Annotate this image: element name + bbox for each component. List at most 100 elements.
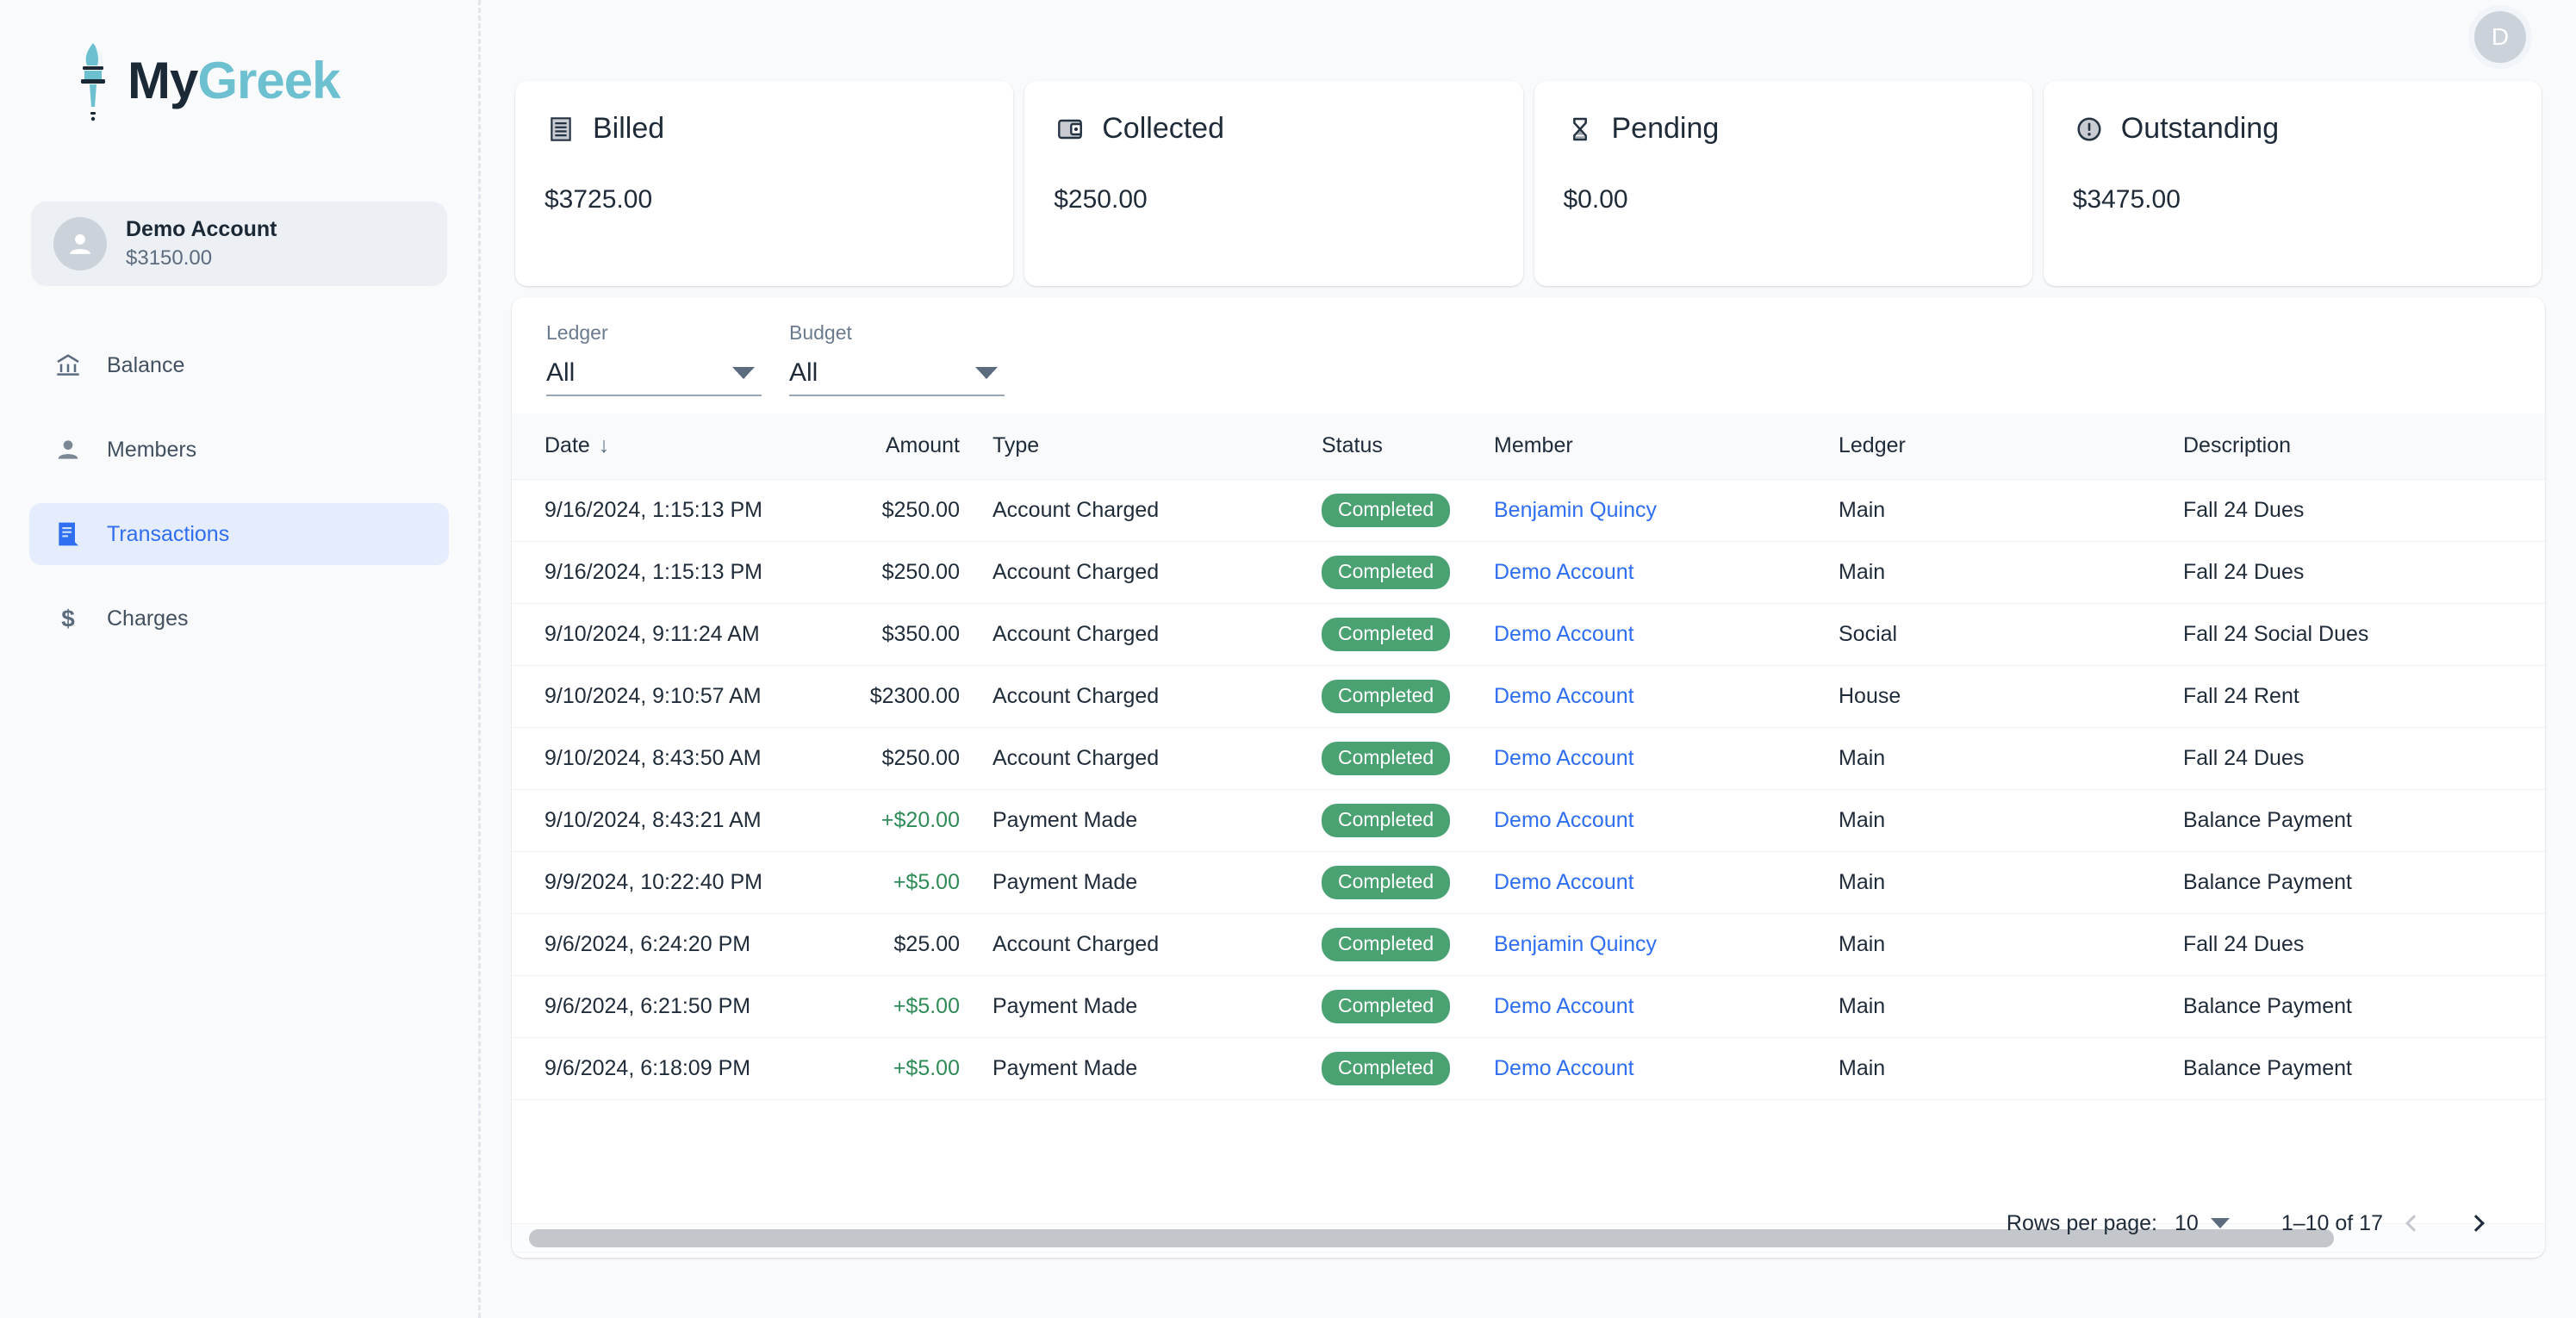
budget-filter-control[interactable]: All (789, 351, 1005, 396)
hourglass-icon (1564, 113, 1596, 146)
main-content: D Billed $3725.00 Collected $250.00 Pend… (481, 0, 2576, 1318)
member-link[interactable]: Demo Account (1494, 746, 1634, 770)
chevron-down-icon (2210, 1218, 2230, 1228)
cell-description: Fall 24 Dues (2183, 727, 2545, 790)
table-head: Date ↓ Amount Type Status Member Ledger D… (512, 413, 2545, 480)
brand-logo[interactable]: MyGreek (0, 0, 478, 121)
stats-cards: Billed $3725.00 Collected $250.00 Pendin… (512, 81, 2545, 286)
cell-amount: +$5.00 (770, 975, 977, 1038)
cell-date: 9/16/2024, 1:15:13 PM (512, 479, 770, 542)
cell-amount: $250.00 (770, 479, 977, 542)
rows-per-page-label: Rows per page: (2006, 1210, 2158, 1235)
sidebar-item-charges[interactable]: $ Charges (29, 588, 449, 650)
member-link[interactable]: Demo Account (1494, 560, 1634, 584)
table-body: 9/16/2024, 1:15:13 PM $250.00 Account Char… (512, 479, 2545, 1100)
member-link[interactable]: Demo Account (1494, 994, 1634, 1018)
cell-status: Completed (1322, 975, 1494, 1038)
budget-filter[interactable]: Budget All (789, 321, 1005, 396)
status-badge: Completed (1322, 803, 1451, 837)
person-icon (53, 435, 83, 464)
cell-status: Completed (1322, 851, 1494, 914)
alert-circle-icon (2073, 113, 2106, 146)
member-link[interactable]: Benjamin Quincy (1494, 498, 1657, 522)
previous-page-button[interactable] (2383, 1192, 2445, 1254)
cell-type: Account Charged (977, 913, 1322, 976)
member-link[interactable]: Demo Account (1494, 1056, 1634, 1080)
cell-amount: +$5.00 (770, 1037, 977, 1100)
cell-member: Demo Account (1494, 541, 1839, 604)
rows-per-page-select[interactable]: 10 (2175, 1211, 2230, 1236)
table-row[interactable]: 9/6/2024, 6:24:20 PM $25.00 Account Charge… (512, 913, 2545, 976)
cell-ledger: Main (1839, 541, 2183, 604)
column-header-type[interactable]: Type (977, 413, 1322, 480)
table-row[interactable]: 9/10/2024, 9:10:57 AM $2300.00 Account Cha… (512, 665, 2545, 728)
account-card-text: Demo Account $3150.00 (126, 216, 277, 271)
sidebar-item-balance[interactable]: Balance (29, 334, 449, 396)
account-card[interactable]: Demo Account $3150.00 (31, 202, 447, 286)
column-header-amount[interactable]: Amount (770, 413, 977, 480)
account-name: Demo Account (126, 216, 277, 241)
column-header-member[interactable]: Member (1494, 413, 1839, 480)
user-avatar[interactable]: D (2474, 11, 2526, 63)
app-root: MyGreek Demo Account $3150.00 Balance Me… (0, 0, 2576, 1318)
ledger-filter-control[interactable]: All (546, 351, 762, 396)
cell-status: Completed (1322, 479, 1494, 542)
cell-status: Completed (1322, 541, 1494, 604)
status-badge: Completed (1322, 927, 1451, 961)
table-row[interactable]: 9/9/2024, 10:22:40 PM +$5.00 Payment Made C… (512, 851, 2545, 914)
dollar-icon: $ (53, 604, 83, 633)
cell-status: Completed (1322, 665, 1494, 728)
status-badge: Completed (1322, 493, 1451, 527)
cell-ledger: Main (1839, 913, 2183, 976)
stat-header: Pending (1564, 112, 2003, 146)
cell-description: Balance Payment (2183, 789, 2545, 852)
table-row[interactable]: 9/16/2024, 1:15:13 PM $250.00 Account Char… (512, 541, 2545, 604)
stat-title: Pending (1611, 112, 1720, 145)
stat-value: $0.00 (1563, 185, 1628, 214)
budget-filter-value: All (789, 358, 818, 387)
cell-type: Payment Made (977, 1037, 1322, 1100)
cell-member: Demo Account (1494, 789, 1839, 852)
member-link[interactable]: Demo Account (1494, 870, 1634, 894)
bank-icon (53, 351, 83, 380)
member-link[interactable]: Benjamin Quincy (1494, 932, 1657, 956)
table-row[interactable]: 9/10/2024, 8:43:21 AM +$20.00 Payment Made… (512, 789, 2545, 852)
table-row[interactable]: 9/10/2024, 8:43:50 AM $250.00 Account Char… (512, 727, 2545, 790)
status-badge: Completed (1322, 679, 1451, 713)
member-link[interactable]: Demo Account (1494, 684, 1634, 708)
table-header-row: Date ↓ Amount Type Status Member Ledger D… (512, 413, 2545, 480)
sidebar-item-label: Balance (107, 352, 185, 377)
member-link[interactable]: Demo Account (1494, 622, 1634, 646)
sort-desc-icon: ↓ (598, 433, 610, 458)
cell-description: Balance Payment (2183, 851, 2545, 914)
sidebar-item-label: Charges (107, 606, 189, 631)
cell-ledger: Main (1839, 789, 2183, 852)
table-row[interactable]: 9/6/2024, 6:21:50 PM +$5.00 Payment Made Co… (512, 975, 2545, 1038)
next-page-button[interactable] (2445, 1192, 2507, 1254)
column-header-date[interactable]: Date ↓ (512, 413, 770, 480)
sidebar-item-members[interactable]: Members (29, 419, 449, 481)
receipt-icon (53, 519, 83, 549)
chevron-right-icon (2467, 1215, 2485, 1232)
status-badge: Completed (1322, 989, 1451, 1023)
table-pagination: Rows per page: 10 1–10 of 17 (512, 1189, 2545, 1258)
column-header-description[interactable]: Description (2183, 413, 2545, 480)
table-row[interactable]: 9/10/2024, 9:11:24 AM $350.00 Account Char… (512, 603, 2545, 666)
cell-description: Balance Payment (2183, 1037, 2545, 1100)
sidebar-nav: Balance Members Transactions $ Charges (0, 334, 478, 650)
table-row[interactable]: 9/16/2024, 1:15:13 PM $250.00 Account Char… (512, 479, 2545, 542)
cell-member: Demo Account (1494, 975, 1839, 1038)
sidebar-item-transactions[interactable]: Transactions (29, 503, 449, 565)
cell-status: Completed (1322, 789, 1494, 852)
ledger-filter[interactable]: Ledger All (546, 321, 762, 396)
person-icon (53, 217, 107, 270)
stat-title: Billed (593, 112, 665, 145)
cell-type: Account Charged (977, 727, 1322, 790)
column-header-status[interactable]: Status (1322, 413, 1494, 480)
cell-status: Completed (1322, 727, 1494, 790)
table-row[interactable]: 9/6/2024, 6:18:09 PM +$5.00 Payment Made Co… (512, 1037, 2545, 1100)
column-header-date-label: Date (544, 433, 590, 458)
member-link[interactable]: Demo Account (1494, 808, 1634, 832)
cell-amount: $250.00 (770, 727, 977, 790)
column-header-ledger[interactable]: Ledger (1839, 413, 2183, 480)
